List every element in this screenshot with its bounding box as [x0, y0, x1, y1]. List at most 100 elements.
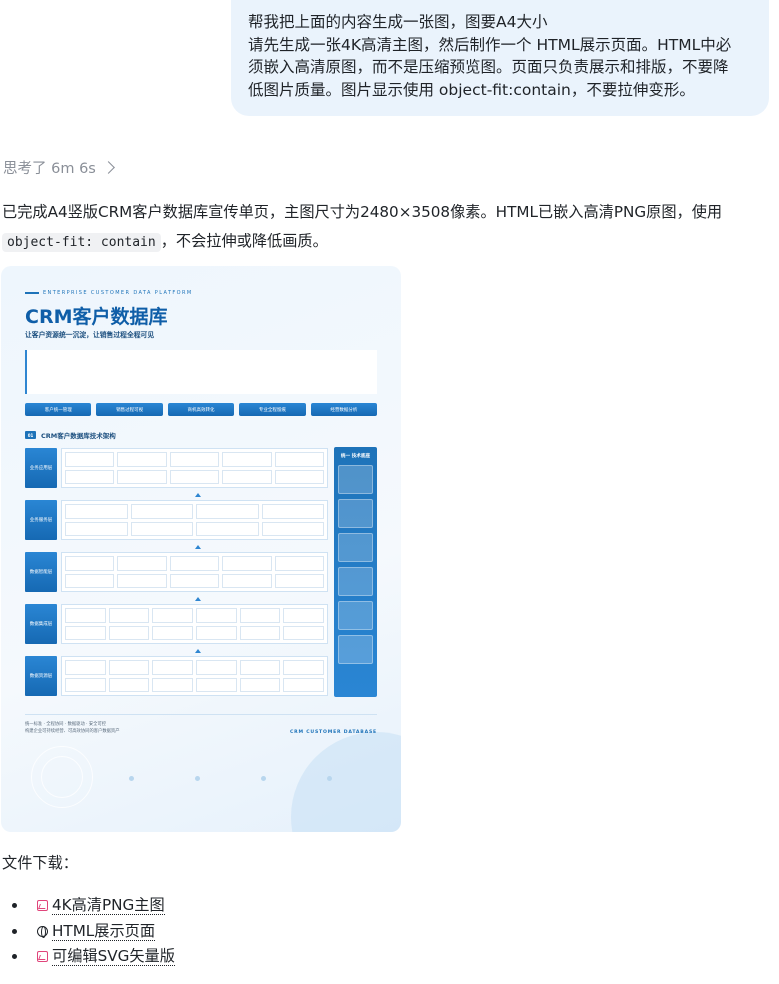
layer-cell [65, 556, 115, 571]
layer-cell [283, 660, 324, 675]
download-link-html[interactable]: HTML展示页面 [52, 922, 156, 941]
downloads-label: 文件下载： [2, 854, 78, 872]
layer-cell [196, 660, 237, 675]
layer-cell [108, 608, 150, 623]
poster-feature: 经营数据分析 [310, 403, 378, 416]
layer-cell [196, 625, 237, 640]
side-panel-title: 统一 技术底座 [340, 454, 371, 459]
chevron-right-icon [101, 161, 115, 174]
dot [327, 776, 332, 781]
poster-description-box [25, 350, 377, 394]
poster-footer-left: 统一标准 · 全程协同 · 数据驱动 · 安全可控 构建企业可持续经营、可高效协… [25, 721, 120, 735]
architecture-layer: 数据智能层 [25, 552, 328, 601]
layer-cell [108, 660, 150, 675]
layer-cell [283, 625, 324, 640]
dot [195, 776, 200, 781]
user-message-line: 请先生成一张4K高清主图，然后制作一个 HTML展示页面。HTML中必 [248, 35, 732, 54]
poster-side-panel: 统一 技术底座 [334, 447, 377, 697]
poster-tag-text: ENTERPRISE CUSTOMER DATA PLATFORM [43, 290, 193, 296]
layer-grid [61, 604, 328, 644]
poster-feature-buttons: 客户统一管理 销售过程可视 商机高效转化 专业全程留痕 经营数据分析 [25, 403, 378, 416]
poster-footer-right: CRM CUSTOMER DATABASE [289, 730, 377, 735]
layer-cell [239, 625, 281, 640]
layer-cell [169, 556, 220, 571]
inline-code: object-fit: contain [2, 233, 161, 252]
arrow-up-icon [195, 597, 201, 601]
layer-cell [274, 469, 324, 484]
poster-divider [25, 714, 377, 715]
user-message-bubble: 帮我把上面的内容生成一张图，图要A4大小 请先生成一张4K高清主图，然后制作一个… [231, 0, 769, 116]
layer-cell [261, 504, 324, 519]
carousel-dots [129, 776, 332, 781]
globe-icon [37, 925, 48, 938]
architecture-layer: 业务应用层 [25, 448, 328, 497]
layer-cell [169, 573, 220, 588]
layer-label: 数据资源层 [25, 656, 57, 696]
poster-feature: 专业全程留痕 [239, 403, 306, 416]
layer-cell [274, 452, 324, 467]
download-link-svg[interactable]: 可编辑SVG矢量版 [52, 947, 175, 967]
bullet [12, 928, 17, 934]
poster-tag: ENTERPRISE CUSTOMER DATA PLATFORM [25, 290, 193, 296]
layer-cell [283, 677, 324, 692]
poster-feature: 商机高效转化 [167, 403, 235, 416]
downloads-list: 4K高清PNG主图 HTML展示页面 可编辑SVG矢量版 [12, 893, 175, 970]
layer-label: 数据集成层 [25, 604, 57, 644]
download-item: 可编辑SVG矢量版 [12, 944, 175, 970]
thought-toggle[interactable]: 思考了 6m 6s [3, 157, 115, 178]
layer-cell [108, 625, 150, 640]
layer-cell [65, 608, 106, 623]
layer-cell [117, 556, 167, 571]
layer-cell [130, 504, 193, 519]
layer-label: 业务服务层 [25, 500, 57, 540]
assistant-reply: 已完成A4竖版CRM客户数据库宣传单页，主图尺寸为2480×3508像素。HTM… [2, 198, 772, 257]
layer-cell [65, 452, 115, 467]
layer-cell [169, 452, 220, 467]
thought-label: 思考了 6m 6s [3, 161, 96, 177]
poster-feature: 客户统一管理 [25, 403, 92, 416]
side-panel-box [338, 533, 373, 562]
layer-cell [65, 677, 106, 692]
layer-cell [65, 660, 106, 675]
download-item: 4K高清PNG主图 [12, 893, 175, 919]
poster-title: CRM客户数据库 [25, 306, 168, 328]
layer-cell [196, 677, 237, 692]
side-panel-box [338, 499, 373, 528]
architecture-layer: 数据集成层 [25, 604, 328, 653]
layer-cell [222, 573, 272, 588]
side-panel-box [338, 635, 373, 664]
poster-preview-image[interactable]: ENTERPRISE CUSTOMER DATA PLATFORM CRM客户数… [1, 266, 401, 832]
user-message-line: 帮我把上面的内容生成一张图，图要A4大小 [248, 13, 548, 31]
decorative-wave [291, 732, 401, 832]
layer-cell [261, 521, 324, 536]
reply-text: ，不会拉伸或降低画质。 [160, 232, 328, 250]
tag-bar [25, 292, 39, 294]
layer-cell [222, 556, 272, 571]
layer-cell [65, 521, 128, 536]
layer-cell [152, 608, 193, 623]
section-title: CRM客户数据库技术架构 [41, 432, 116, 440]
section-number: 01 [25, 431, 36, 439]
layer-cell [152, 660, 193, 675]
layer-cell [65, 573, 115, 588]
side-panel-box [338, 567, 373, 596]
layer-grid [61, 552, 328, 592]
layer-cell [196, 521, 259, 536]
layer-cell [117, 573, 167, 588]
arrow-up-icon [195, 493, 201, 497]
architecture-layers: 业务应用层 业务服务层 数据智能层 数据集成层 数据资源层 [25, 448, 328, 708]
reply-text: 已完成A4竖版CRM客户数据库宣传单页，主图尺寸为2480×3508像素。HTM… [2, 203, 723, 221]
poster-subtitle: 让客户资源统一沉淀，让销售过程全程可见 [25, 331, 155, 339]
layer-grid [61, 448, 328, 488]
layer-cell [152, 677, 193, 692]
layer-cell [239, 677, 281, 692]
architecture-layer: 数据资源层 [25, 656, 328, 696]
layer-cell [274, 573, 324, 588]
poster-feature: 销售过程可视 [96, 403, 163, 416]
download-link-png[interactable]: 4K高清PNG主图 [52, 896, 165, 916]
side-panel-box [338, 465, 373, 494]
bullet [12, 954, 17, 960]
layer-cell [65, 504, 128, 519]
layer-grid [61, 500, 328, 540]
user-message-line: 低图片质量。图片显示使用 object-fit:contain，不要拉伸变形。 [248, 80, 695, 99]
